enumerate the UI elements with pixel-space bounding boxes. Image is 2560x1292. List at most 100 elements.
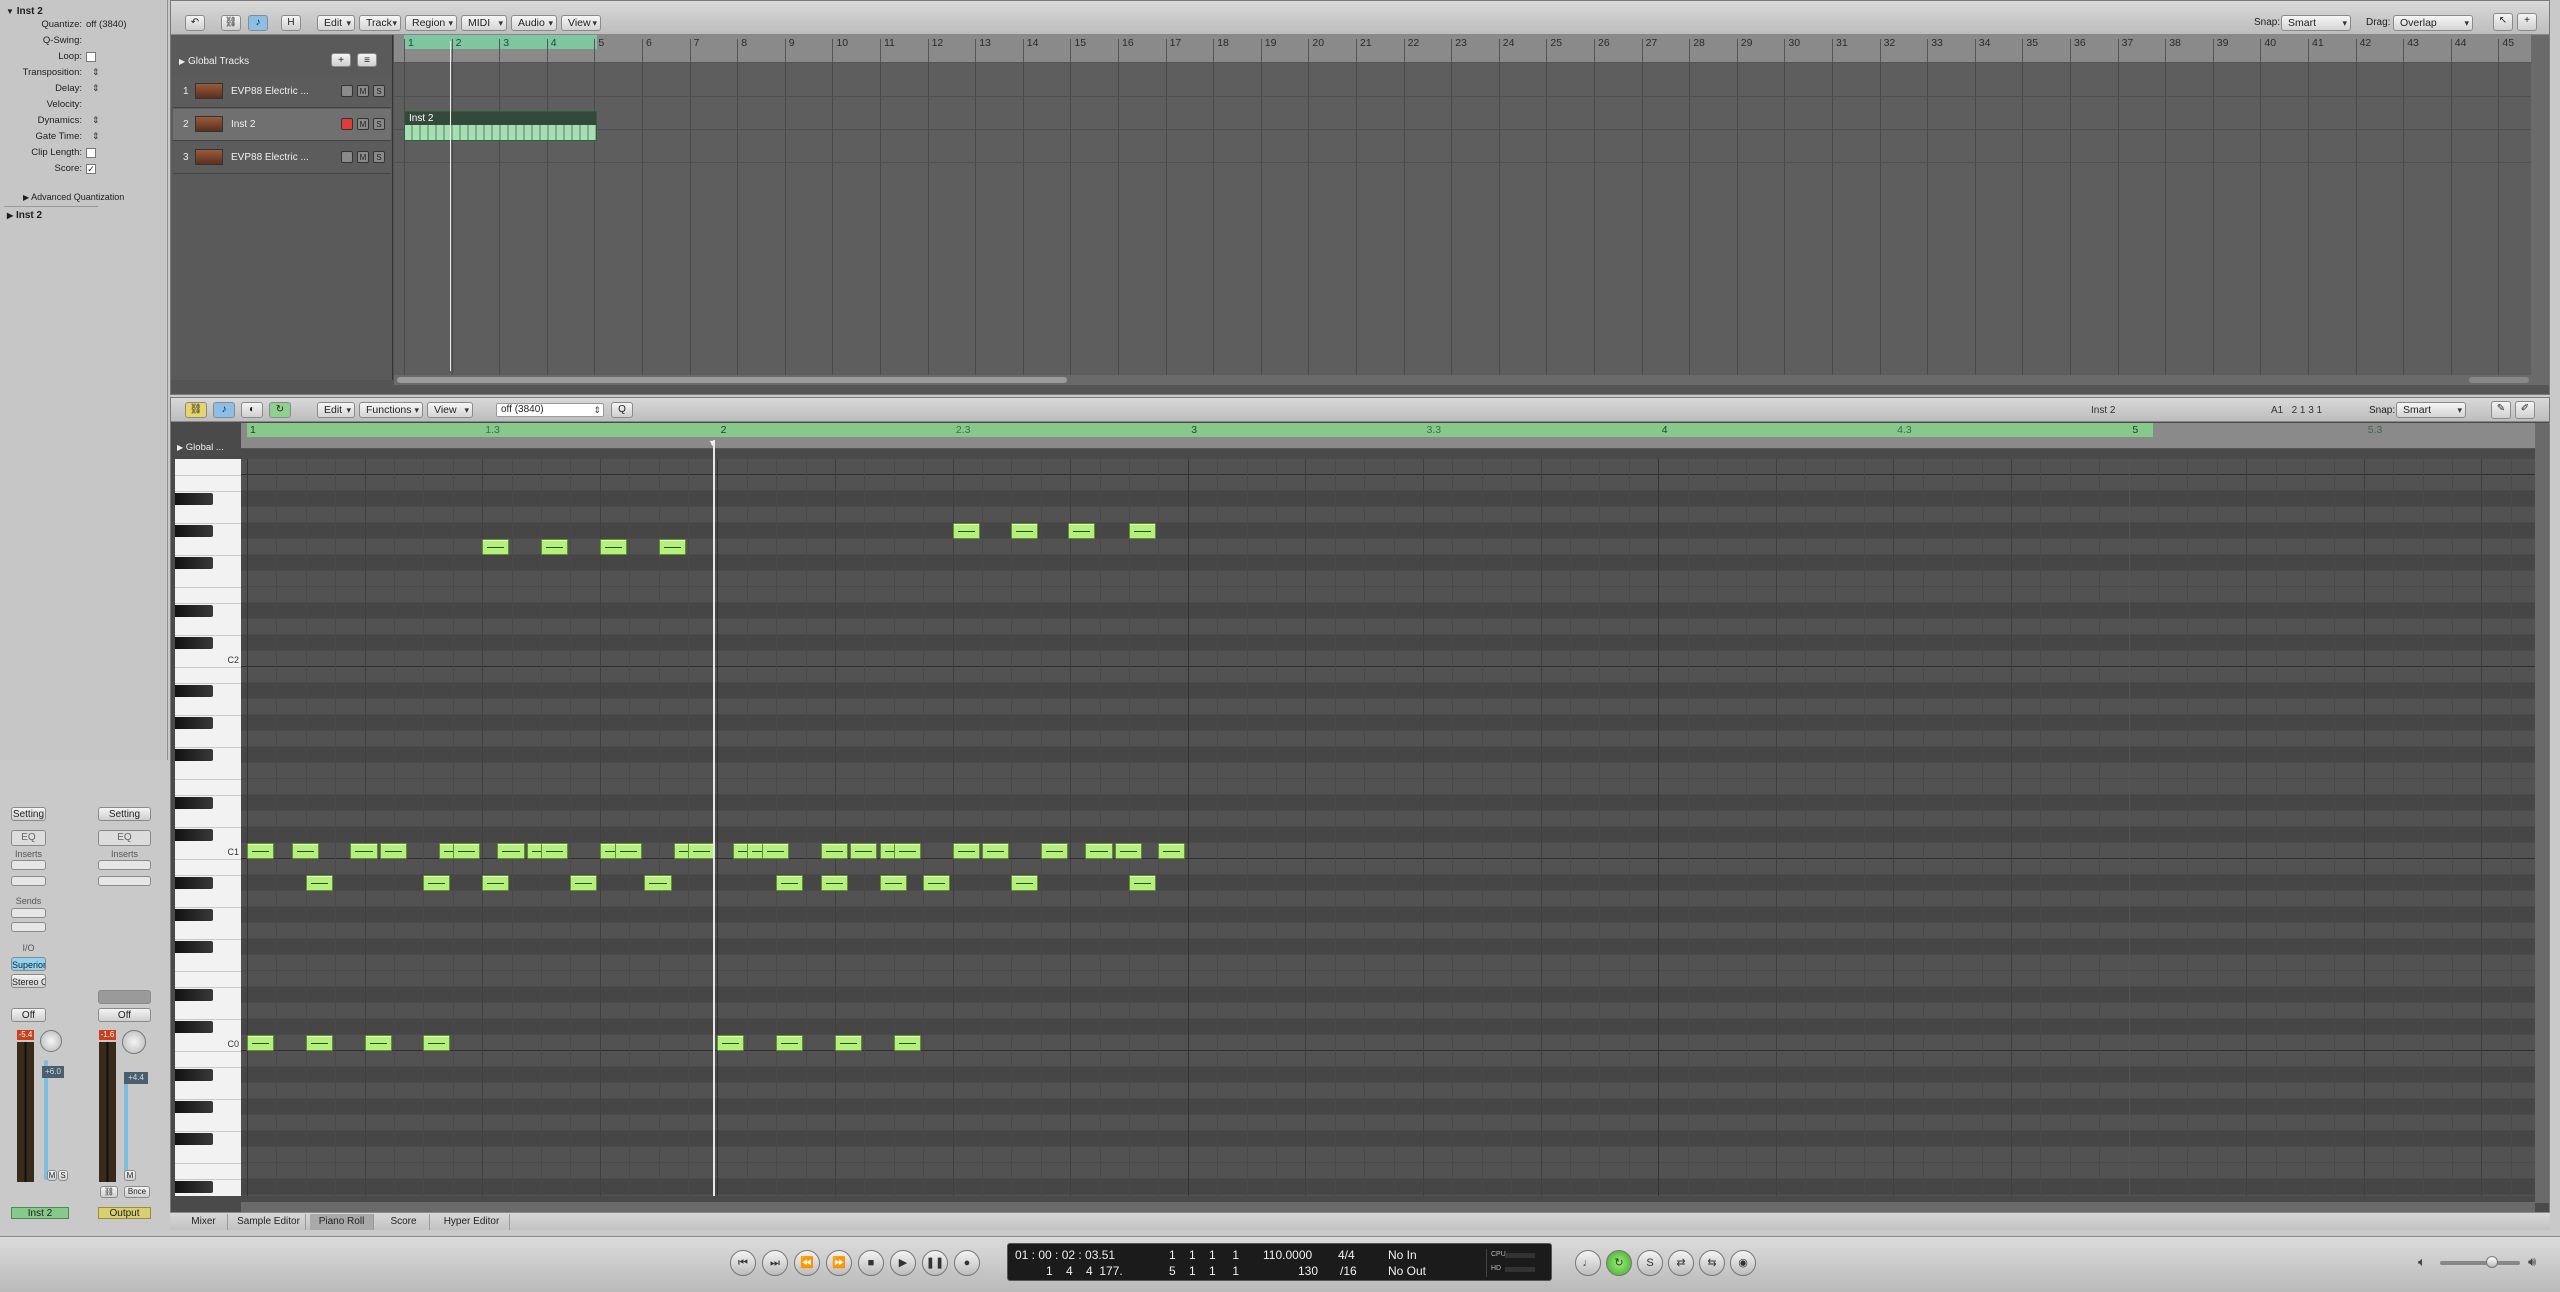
midi-note[interactable] [291, 843, 319, 859]
bar-position[interactable]: 1 4 4 177. [1046, 1264, 1123, 1278]
playhead[interactable] [713, 440, 715, 1196]
midi-note[interactable] [923, 875, 951, 891]
midi-note[interactable] [688, 843, 716, 859]
midi-note[interactable] [982, 843, 1010, 859]
midi-note[interactable] [717, 1035, 745, 1051]
midi-note[interactable] [541, 539, 569, 555]
piano-roll-menu-edit[interactable]: Edit [317, 402, 355, 418]
output-eq-button[interactable]: EQ [98, 830, 151, 846]
metronome-button[interactable]: ♩ [1575, 1250, 1601, 1276]
black-key[interactable] [175, 685, 213, 697]
zoom-slider[interactable] [2469, 377, 2529, 383]
black-key[interactable] [175, 829, 213, 841]
setting-button[interactable]: Setting [11, 807, 46, 821]
arrange-menu-track[interactable]: Track [359, 15, 401, 31]
midi-note[interactable] [1085, 843, 1113, 859]
piano-roll-menu-functions[interactable]: Functions [359, 402, 423, 418]
record-button[interactable]: ● [954, 1250, 980, 1276]
black-key[interactable] [175, 989, 213, 1001]
output-volume-fader[interactable] [124, 1075, 128, 1180]
midi-note[interactable] [570, 875, 598, 891]
locator-right[interactable]: 5 1 1 1 [1169, 1264, 1239, 1278]
midi-note[interactable] [1129, 523, 1157, 539]
hide-button[interactable]: H [281, 15, 301, 31]
input-button[interactable]: Superior D [11, 957, 46, 971]
time-signature[interactable]: 4/4 [1338, 1248, 1355, 1262]
global-toggle[interactable]: ▶ Global ... [177, 442, 224, 453]
midi-note[interactable] [364, 1035, 392, 1051]
midi-note[interactable] [1158, 843, 1186, 859]
midi-note[interactable] [776, 1035, 804, 1051]
insert-slot[interactable] [11, 876, 46, 886]
locator-left[interactable]: 1 1 1 1 [1169, 1248, 1239, 1262]
cross-tool-button[interactable]: + [2517, 13, 2537, 31]
catch-button[interactable]: ↶ [185, 15, 205, 31]
output-link-button[interactable]: ⛓ [100, 1186, 118, 1198]
add-track-button[interactable]: + [331, 53, 351, 67]
go-to-end-button[interactable]: ⏭ [762, 1250, 788, 1276]
tab-score[interactable]: Score [378, 1214, 430, 1230]
snap-select[interactable]: Smart [2281, 15, 2351, 31]
drag-select[interactable]: Overlap [2393, 15, 2473, 31]
output-setting-button[interactable]: Setting [98, 807, 151, 821]
black-key[interactable] [175, 605, 213, 617]
piano-roll-menu-view[interactable]: View [427, 402, 473, 418]
black-key[interactable] [175, 797, 213, 809]
record-enable-button[interactable] [341, 85, 353, 97]
division[interactable]: /16 [1340, 1264, 1357, 1278]
midi-note[interactable] [482, 875, 510, 891]
fast-forward-button[interactable]: ⏩ [826, 1250, 852, 1276]
snap-select[interactable]: Smart [2396, 402, 2466, 418]
output-bounce-button[interactable]: Bnce [124, 1186, 150, 1198]
volume-fader[interactable] [44, 1060, 48, 1180]
track-header[interactable]: 3 EVP88 Electric ... M S [173, 142, 391, 174]
pointer-tool-button[interactable]: ↖ [2493, 13, 2513, 31]
insert-slot[interactable] [11, 860, 46, 870]
midi-note[interactable] [497, 843, 525, 859]
smpte-time[interactable]: 01 : 00 : 02 : 03.51 [1015, 1248, 1115, 1262]
solo-button[interactable]: S [373, 85, 385, 97]
catch-button[interactable]: ↻ [269, 402, 291, 418]
region-inst2[interactable]: Inst 2 [404, 111, 597, 141]
mute-button[interactable]: M [357, 85, 369, 97]
record-enable-button[interactable] [341, 118, 353, 130]
midi-note[interactable] [599, 539, 627, 555]
piano-keyboard[interactable]: C2C1C0C-1 [175, 459, 241, 1196]
midi-note[interactable] [893, 843, 921, 859]
black-key[interactable] [175, 525, 213, 537]
play-button[interactable]: ▶ [890, 1250, 916, 1276]
black-key[interactable] [175, 909, 213, 921]
track-parameters-header[interactable]: ▶ Inst 2 [7, 210, 98, 222]
param-stepper[interactable]: ⇕ [92, 67, 100, 78]
track-header[interactable]: 2 Inst 2 MS [173, 109, 391, 141]
master-volume-thumb[interactable] [2486, 1256, 2498, 1268]
output-pan-knob[interactable] [122, 1030, 146, 1054]
note-grid[interactable] [241, 459, 2535, 1196]
tab-sample-editor[interactable]: Sample Editor [232, 1214, 306, 1230]
black-key[interactable] [175, 1181, 213, 1193]
midi-note[interactable] [820, 843, 848, 859]
quantize-button[interactable]: Q [611, 402, 633, 418]
midi-note[interactable] [247, 843, 275, 859]
black-key[interactable] [175, 1069, 213, 1081]
midi-note[interactable] [247, 1035, 275, 1051]
midi-out-button[interactable]: ◐ [241, 402, 263, 418]
tempo-display[interactable]: 110.0000 [1263, 1248, 1312, 1262]
midi-note[interactable] [1067, 523, 1095, 539]
rewind-button[interactable]: ⏪ [794, 1250, 820, 1276]
send-slot[interactable] [11, 922, 46, 932]
arrange-menu-audio[interactable]: Audio [511, 15, 557, 31]
midi-note[interactable] [952, 523, 980, 539]
black-key[interactable] [175, 717, 213, 729]
track-header[interactable]: 1 EVP88 Electric ... M S [173, 76, 391, 108]
param-checkbox[interactable] [86, 148, 96, 158]
midi-note[interactable] [452, 843, 480, 859]
output-automation-button[interactable]: Off [98, 1008, 151, 1022]
midi-note[interactable] [893, 1035, 921, 1051]
global-tracks-toggle[interactable]: ▶ Global Tracks [179, 56, 249, 67]
vertical-scrollbar[interactable] [2535, 423, 2549, 1203]
black-key[interactable] [175, 877, 213, 889]
stop-button[interactable]: ■ [858, 1250, 884, 1276]
pause-button[interactable]: ❚❚ [922, 1250, 948, 1276]
send-slot[interactable] [11, 908, 46, 918]
